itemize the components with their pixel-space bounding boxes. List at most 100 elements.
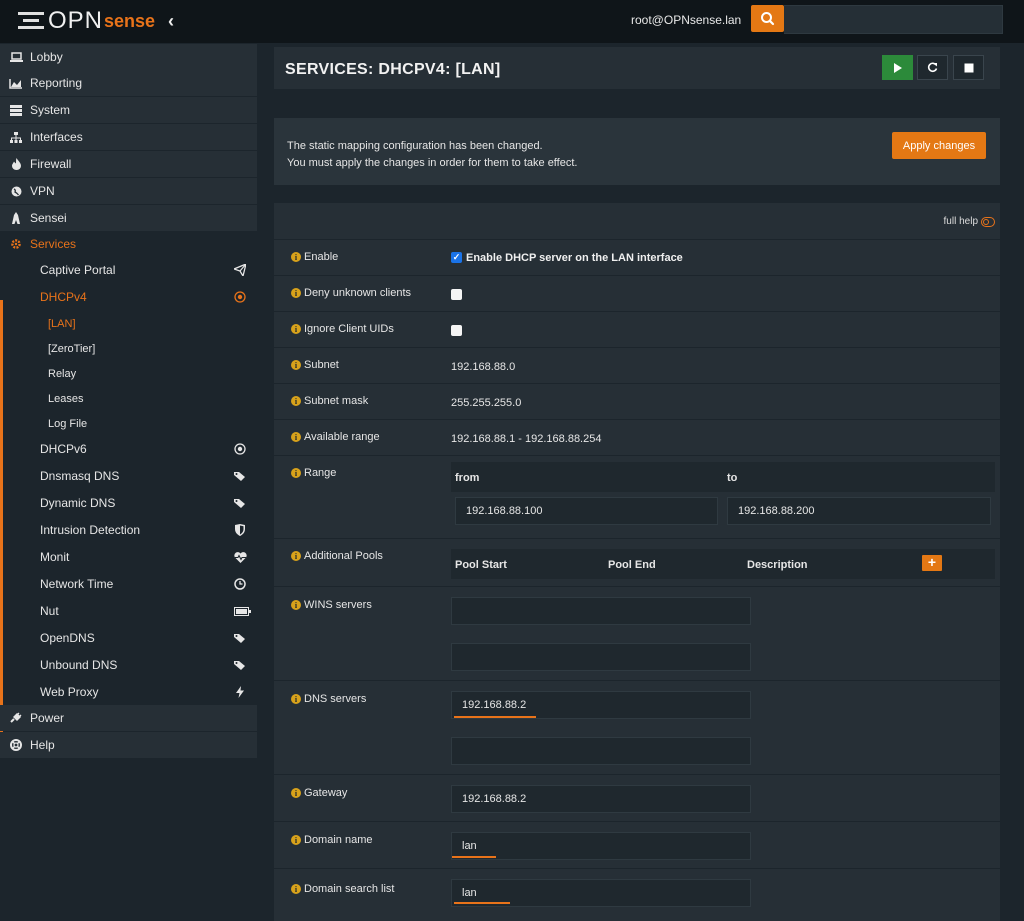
field-label: DNS servers: [304, 693, 367, 705]
full-help-toggle[interactable]: full help: [944, 216, 995, 227]
info-icon[interactable]: i: [291, 600, 301, 610]
sidebar-item-services[interactable]: Services: [0, 231, 257, 257]
sidebar-subitem-intrusion-detection[interactable]: Intrusion Detection: [0, 517, 257, 543]
sidebar-subitem-dhcpv4[interactable]: DHCPv4: [0, 284, 257, 310]
bolt-icon: [233, 685, 247, 699]
info-icon[interactable]: i: [291, 551, 301, 561]
add-pool-button[interactable]: +: [922, 555, 942, 571]
row-range: i Range from to 192.168.88.100 192.168.88…: [274, 455, 1000, 538]
range-from-header: from: [455, 472, 480, 484]
sidebar-subitem-dynamic-dns[interactable]: Dynamic DNS: [0, 490, 257, 516]
row-additional-pools: i Additional Pools Pool Start Pool End De…: [274, 538, 1000, 586]
info-icon[interactable]: i: [291, 835, 301, 845]
info-icon[interactable]: i: [291, 884, 301, 894]
sidebar-subitem-log-file[interactable]: Log File: [0, 411, 257, 436]
sidebar-subitem-nut[interactable]: Nut: [0, 598, 257, 624]
sidebar-subitem-captive-portal[interactable]: Captive Portal: [0, 257, 257, 283]
info-icon[interactable]: i: [291, 396, 301, 406]
info-icon[interactable]: i: [291, 694, 301, 704]
range-to-input[interactable]: 192.168.88.200: [727, 497, 991, 525]
highlight-underline: [454, 902, 510, 904]
field-label: Gateway: [304, 787, 348, 799]
ignore-uids-checkbox[interactable]: [451, 325, 462, 336]
sidebar-item-vpn[interactable]: VPN: [0, 178, 257, 204]
dhcp-form: full help i Enable ✓ Enable DHCP server o…: [274, 203, 1000, 921]
search-input[interactable]: [784, 5, 1003, 34]
info-icon[interactable]: i: [291, 788, 301, 798]
info-icon[interactable]: i: [291, 288, 301, 298]
sidebar-subitem-lan[interactable]: [LAN]: [0, 311, 257, 336]
range-header: from to: [451, 462, 995, 492]
field-label: Subnet mask: [304, 395, 369, 407]
clock-icon: [233, 577, 247, 591]
sidebar-subitem-opendns[interactable]: OpenDNS: [0, 625, 257, 651]
range-from-input[interactable]: 192.168.88.100: [455, 497, 718, 525]
wins-server-1-input[interactable]: [451, 597, 751, 625]
row-subnet-mask: i Subnet mask 255.255.255.0: [274, 383, 1000, 419]
sidebar-subitem-relay[interactable]: Relay: [0, 361, 257, 386]
sidebar-subitem-dnsmasq[interactable]: Dnsmasq DNS: [0, 463, 257, 489]
field-label: Additional Pools: [304, 550, 383, 562]
sidebar-subitem-monit[interactable]: Monit: [0, 544, 257, 570]
sidebar-item-reporting[interactable]: Reporting: [0, 70, 257, 96]
lifebuoy-icon: [9, 738, 23, 752]
sidebar-item-firewall[interactable]: Firewall: [0, 151, 257, 177]
info-icon[interactable]: i: [291, 360, 301, 370]
play-icon: [893, 62, 902, 73]
field-label: Deny unknown clients: [304, 287, 412, 299]
page-header: SERVICES: DHCPV4: [LAN]: [274, 47, 1000, 89]
apply-changes-button[interactable]: Apply changes: [892, 132, 986, 159]
info-icon[interactable]: i: [291, 432, 301, 442]
info-icon[interactable]: i: [291, 468, 301, 478]
bullseye-icon: [233, 442, 247, 456]
full-help-label: full help: [943, 216, 978, 227]
start-service-button[interactable]: [882, 55, 913, 80]
enable-checkbox[interactable]: ✓: [451, 252, 462, 263]
sidebar-subitem-network-time[interactable]: Network Time: [0, 571, 257, 597]
stop-service-button[interactable]: [953, 55, 984, 80]
subnet-mask-value: 255.255.255.0: [451, 397, 522, 409]
field-label: Ignore Client UIDs: [304, 323, 394, 335]
stop-icon: [964, 63, 973, 72]
dns-server-2-input[interactable]: [451, 737, 751, 765]
dns-server-1-input[interactable]: 192.168.88.2: [451, 691, 751, 719]
highlight-underline: [454, 716, 536, 718]
sidebar-item-interfaces[interactable]: Interfaces: [0, 124, 257, 150]
wins-server-2-input[interactable]: [451, 643, 751, 671]
info-icon[interactable]: i: [291, 252, 301, 262]
sidebar-item-system[interactable]: System: [0, 97, 257, 123]
row-dns-servers: i DNS servers 192.168.88.2: [274, 680, 1000, 774]
sidebar-item-help[interactable]: Help: [0, 732, 257, 758]
user-label[interactable]: root@OPNsense.lan: [631, 13, 741, 27]
battery-icon: [233, 604, 251, 618]
opnsense-logo[interactable]: OPN sense: [18, 9, 155, 33]
pool-description-header: Description: [747, 559, 808, 571]
tags-icon: [233, 496, 247, 510]
deny-unknown-checkbox[interactable]: [451, 289, 462, 300]
shield-icon: [233, 523, 247, 537]
laptop-icon: [9, 50, 23, 64]
sidebar-subitem-unbound-dns[interactable]: Unbound DNS: [0, 652, 257, 678]
sidebar-subitem-dhcpv6[interactable]: DHCPv6: [0, 436, 257, 462]
collapse-sidebar-icon[interactable]: ‹: [168, 11, 182, 31]
subnet-value: 192.168.88.0: [451, 361, 516, 373]
sidebar-item-sensei[interactable]: Sensei: [0, 205, 257, 231]
sidebar-subitem-zerotier[interactable]: [ZeroTier]: [0, 336, 257, 361]
gateway-input[interactable]: 192.168.88.2: [451, 785, 751, 813]
enable-checkbox-label[interactable]: Enable DHCP server on the LAN interface: [466, 252, 683, 264]
search-icon: [761, 12, 775, 26]
domain-name-input[interactable]: lan: [451, 832, 751, 860]
search-button[interactable]: [751, 5, 784, 32]
sidebar-item-power[interactable]: Power: [0, 705, 257, 731]
restart-service-button[interactable]: [917, 55, 948, 80]
info-icon[interactable]: i: [291, 324, 301, 334]
pool-end-header: Pool End: [608, 559, 656, 571]
sidebar-subitem-web-proxy[interactable]: Web Proxy: [0, 679, 257, 705]
apply-notice: The static mapping configuration has bee…: [274, 118, 1000, 185]
sidebar-subitem-leases[interactable]: Leases: [0, 386, 257, 411]
tags-icon: [233, 469, 247, 483]
notice-line-1: The static mapping configuration has bee…: [287, 140, 543, 152]
bullseye-icon: [233, 290, 247, 304]
logo-accent-text: sense: [104, 11, 156, 31]
sidebar-item-lobby[interactable]: Lobby: [0, 44, 257, 70]
